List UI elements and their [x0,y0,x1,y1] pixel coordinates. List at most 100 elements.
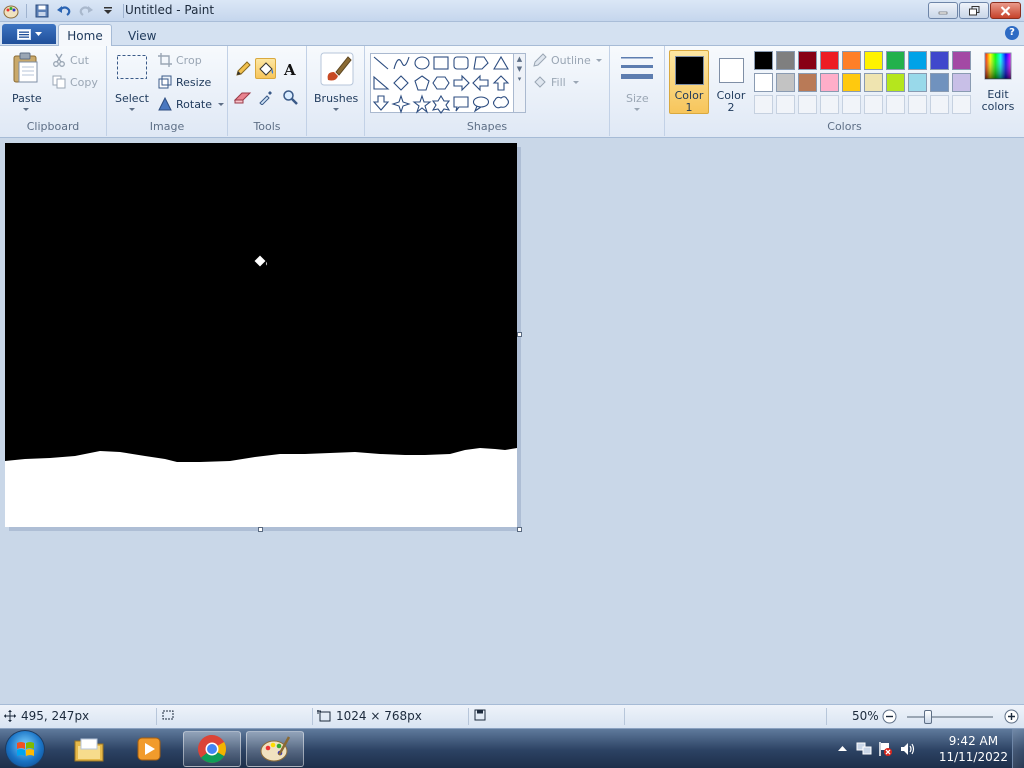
cloud-callout-shape-icon[interactable] [492,96,510,109]
canvas-workspace[interactable] [0,139,1024,703]
palette-color-swatch[interactable] [930,51,949,70]
five-point-star-shape-icon[interactable] [412,94,432,114]
rotate-button[interactable]: Rotate [157,96,224,114]
customize-toolbar-dropdown[interactable] [99,2,117,20]
palette-color-swatch[interactable] [908,73,927,92]
palette-color-swatch[interactable] [820,73,839,92]
palette-custom-slot[interactable] [820,95,839,114]
zoom-slider-track[interactable] [907,716,993,718]
palette-color-swatch[interactable] [952,51,971,70]
clock[interactable]: 9:42 AM 11/11/2022 [939,733,1008,765]
pencil-tool[interactable] [232,58,253,79]
down-arrow-shape-icon[interactable] [372,95,390,111]
redo-icon[interactable] [77,2,95,20]
select-button[interactable]: Select [113,50,151,114]
paint-app-icon[interactable] [2,2,20,20]
zoom-slider-thumb[interactable] [924,710,932,724]
rectangle-shape-icon[interactable] [433,56,449,70]
palette-custom-slot[interactable] [886,95,905,114]
palette-color-swatch[interactable] [864,51,883,70]
palette-color-swatch[interactable] [820,51,839,70]
color-2-button[interactable]: Color 2 [711,50,751,114]
help-icon[interactable]: ? [1005,26,1019,40]
palette-custom-slot[interactable] [864,95,883,114]
palette-custom-slot[interactable] [930,95,949,114]
brushes-button[interactable]: Brushes [312,50,360,114]
palette-color-swatch[interactable] [930,73,949,92]
taskbar-paint[interactable] [246,731,304,767]
drawing-canvas[interactable] [5,143,517,527]
save-icon[interactable] [33,2,51,20]
palette-color-swatch[interactable] [886,73,905,92]
taskbar-chrome[interactable] [183,731,241,767]
canvas-resize-handle-bottom[interactable] [258,527,263,532]
hexagon-shape-icon[interactable] [432,76,450,90]
line-shape-icon[interactable] [373,56,389,70]
copy-button[interactable]: Copy [52,74,102,92]
palette-color-swatch[interactable] [842,73,861,92]
network-icon[interactable] [856,741,872,757]
palette-color-swatch[interactable] [864,73,883,92]
resize-button[interactable]: Resize [157,74,223,92]
canvas-resize-handle-corner[interactable] [517,527,522,532]
right-arrow-shape-icon[interactable] [453,74,470,92]
paste-button[interactable]: Paste [6,50,46,114]
palette-color-swatch[interactable] [886,51,905,70]
size-button[interactable]: Size [616,50,658,114]
fill-button[interactable]: Fill [533,74,605,92]
palette-color-swatch[interactable] [754,51,773,70]
undo-icon[interactable] [55,2,73,20]
taskbar-media-player[interactable] [120,731,178,767]
left-arrow-shape-icon[interactable] [472,74,489,92]
close-button[interactable] [990,2,1021,19]
minimize-button[interactable] [928,2,958,19]
rectangular-callout-shape-icon[interactable] [453,96,469,112]
palette-color-swatch[interactable] [842,51,861,70]
fill-tool[interactable] [255,58,276,79]
palette-color-swatch[interactable] [776,51,795,70]
volume-icon[interactable] [899,741,915,757]
canvas-resize-handle-right[interactable] [517,332,522,337]
shapes-scrollbar[interactable]: ▲ ▼ ▾ [514,53,526,113]
diamond-shape-icon[interactable] [393,75,409,91]
show-desktop-button[interactable] [1012,729,1024,768]
cut-button[interactable]: Cut [52,52,102,70]
palette-custom-slot[interactable] [952,95,971,114]
palette-custom-slot[interactable] [842,95,861,114]
palette-color-swatch[interactable] [798,73,817,92]
curve-shape-icon[interactable] [393,56,410,70]
edit-colors-button[interactable]: Edit colors [976,50,1020,114]
palette-color-swatch[interactable] [952,73,971,92]
palette-color-swatch[interactable] [776,73,795,92]
zoom-in-button[interactable] [1004,709,1019,724]
palette-color-swatch[interactable] [754,73,773,92]
pentagon-shape-icon[interactable] [414,75,430,91]
oval-shape-icon[interactable] [414,56,430,70]
restore-button[interactable] [959,2,989,19]
taskbar-file-explorer[interactable] [60,731,118,767]
tab-home[interactable]: Home [58,24,112,47]
zoom-out-button[interactable] [882,709,897,724]
rounded-rectangle-shape-icon[interactable] [453,56,469,70]
text-tool[interactable]: A [279,58,300,79]
tab-view[interactable]: View [116,24,168,47]
palette-custom-slot[interactable] [776,95,795,114]
outline-button[interactable]: Outline [533,52,605,70]
oval-callout-shape-icon[interactable] [472,96,490,113]
palette-custom-slot[interactable] [908,95,927,114]
six-point-star-shape-icon[interactable] [431,94,451,114]
action-center-flag-icon[interactable] [877,741,893,757]
paint-menu-button[interactable] [2,24,56,44]
palette-custom-slot[interactable] [754,95,773,114]
palette-color-swatch[interactable] [908,51,927,70]
palette-color-swatch[interactable] [798,51,817,70]
right-triangle-shape-icon[interactable] [373,75,390,90]
crop-button[interactable]: Crop [157,52,223,70]
triangle-shape-icon[interactable] [493,55,509,70]
palette-custom-slot[interactable] [798,95,817,114]
magnifier-tool[interactable] [279,86,300,107]
color-picker-tool[interactable] [255,86,276,107]
up-arrow-shape-icon[interactable] [492,75,510,91]
four-point-star-shape-icon[interactable] [391,94,411,114]
polygon-shape-icon[interactable] [473,56,489,70]
